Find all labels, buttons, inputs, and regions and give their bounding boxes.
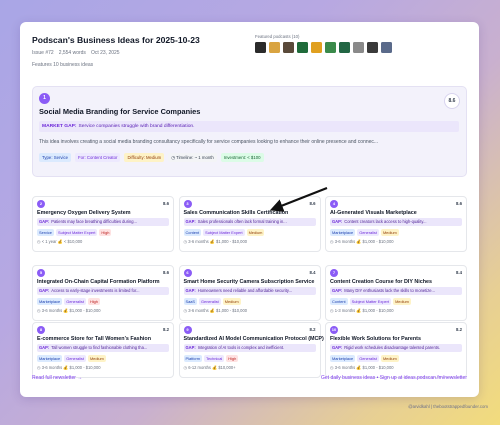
author-credit: @arvidkahl | thebootstrappedfounder.com (408, 404, 488, 409)
annotation-arrow-icon (269, 186, 328, 212)
